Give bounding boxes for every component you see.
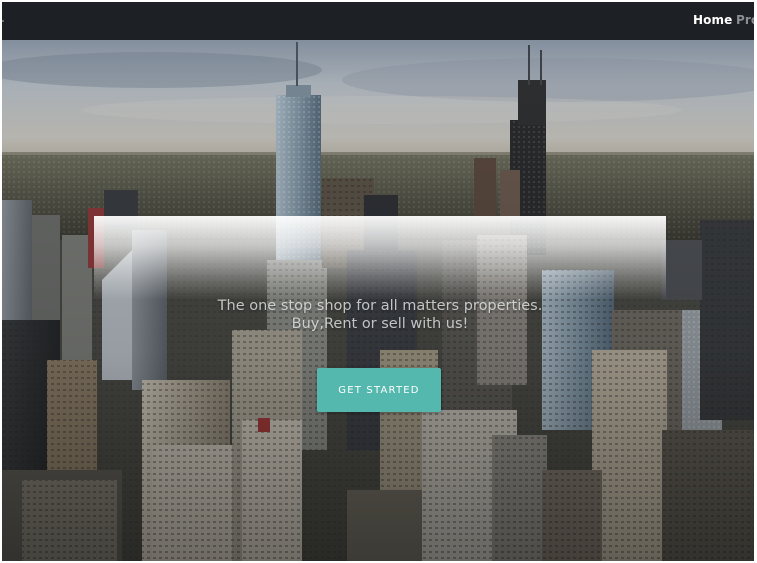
browser-viewport: Home Pro [2,2,754,561]
hero-tagline: The one stop shop for all matters proper… [94,297,666,333]
nav-link-home[interactable]: Home [693,13,732,27]
top-navbar: Home Pro [2,2,754,40]
hero-fade-panel [94,216,666,300]
hero-section: The one stop shop for all matters proper… [2,40,754,561]
nav-toggle-edge [2,20,4,22]
hero-tagline-line1: The one stop shop for all matters proper… [217,298,543,314]
hero-tagline-line2: Buy,Rent or sell with us! [291,316,469,332]
get-started-button[interactable]: GET STARTED [317,368,441,412]
nav-link-properties[interactable]: Pro [736,13,754,27]
